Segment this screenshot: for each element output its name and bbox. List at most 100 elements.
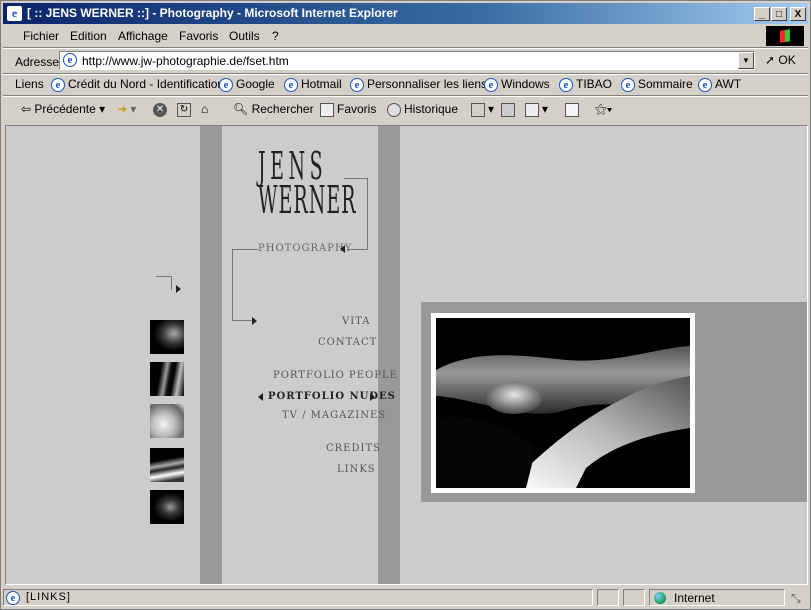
nav-portfolio-people[interactable]: PORTFOLIO PEOPLE [273,370,398,381]
mail-button[interactable]: ▾ [471,102,494,117]
maximize-button[interactable]: □ [771,7,787,21]
close-button[interactable]: X [790,7,806,21]
back-button[interactable]: ⇦ Précédente ▾ [21,102,105,116]
link-google[interactable]: e Google [219,77,275,92]
nav-contact[interactable]: CONTACT [318,337,377,348]
address-input[interactable]: e http://www.jw-photographie.de/fset.htm… [59,51,755,70]
ie-page-icon: e [559,77,573,92]
home-icon: ⌂ [201,102,209,116]
status-text: [LINKS] [26,591,71,603]
nude-thumbnail-3[interactable] [150,404,184,438]
link-personnaliser[interactable]: e Personnaliser les liens [350,77,487,92]
link-credit-du-nord[interactable]: e Crédit du Nord - Identification [51,77,224,92]
link-label: AWT [715,77,742,91]
stop-icon: ✕ [153,102,167,117]
connector-line [232,249,258,250]
discuss-icon [565,102,579,117]
photography-tagline: PHOTOGRAPHY [258,243,353,254]
edit-icon [525,102,539,117]
ie-page-icon: e [219,77,233,92]
zone-label: Internet [674,591,715,605]
link-windows[interactable]: e Windows [484,77,550,92]
active-nav-right-arrow-icon [370,393,375,401]
menu-help[interactable]: ? [272,29,279,43]
search-button[interactable]: 🔍︎ Rechercher [233,102,314,116]
nude-photo [431,313,695,493]
connector-line [171,276,172,290]
photo-image [436,318,690,488]
link-sommaire[interactable]: e Sommaire [621,77,693,92]
menu-affichage[interactable]: Affichage [118,29,168,43]
nav-tv-magazines[interactable]: TV / MAGAZINES [282,410,386,421]
link-hotmail[interactable]: e Hotmail [284,77,342,92]
standard-toolbar: ⇦ Précédente ▾ ➜ ▾ ✕ ↻ ⌂ 🔍︎ Rechercher F… [3,97,808,121]
address-url[interactable]: http://www.jw-photographie.de/fset.htm [82,54,289,68]
messenger-icon: ⚝ [595,102,607,116]
refresh-icon: ↻ [177,102,191,117]
menu-edition[interactable]: Edition [70,29,107,43]
refresh-button[interactable]: ↻ [177,102,194,117]
browser-window: e [ :: JENS WERNER ::] - Photography - M… [0,0,811,610]
address-dropdown-button[interactable]: ▼ [738,52,754,69]
back-label: Précédente [34,102,96,116]
favorites-label: Favoris [337,102,377,116]
page-content: JENS WERNER PHOTOGRAPHY VITA CONTACT POR… [5,125,808,585]
nude-thumbnail-2[interactable] [150,362,184,396]
history-button[interactable]: Historique [387,102,458,117]
stop-button[interactable]: ✕ [153,102,170,117]
link-label: Sommaire [638,77,693,91]
nude-thumbnail-1[interactable] [150,320,184,354]
window-title: [ :: JENS WERNER ::] - Photography - Mic… [27,6,398,20]
status-pane [597,589,619,606]
nude-thumbnail-4[interactable] [150,448,184,482]
ie-app-icon[interactable]: e [7,6,22,21]
ie-page-icon: e [51,77,65,92]
nav-vita[interactable]: VITA [342,316,371,327]
link-label: Hotmail [301,77,342,91]
nav-credits[interactable]: CREDITS [326,443,381,454]
favorites-button[interactable]: Favoris [320,102,376,117]
status-pane-main: e [LINKS] [3,589,593,606]
connector-line [344,178,368,179]
tagline-arrow-icon [340,245,345,253]
messenger-button[interactable]: ⚝▾ [595,102,613,117]
connector-line [156,276,172,277]
nav-pointer-icon [252,317,257,325]
home-button[interactable]: ⌂ [201,102,208,116]
connector-line [232,249,233,321]
connector-line [232,320,252,321]
address-label: Adresse [15,55,60,69]
menu-fichier[interactable]: Fichier [23,29,59,43]
ie-page-icon: e [284,77,298,92]
nav-portfolio-nudes[interactable]: PORTFOLIO NUDES [268,391,396,402]
status-pane [623,589,645,606]
history-icon [387,102,401,117]
ie-page-icon: e [350,77,364,92]
forward-button[interactable]: ➜ ▾ [117,102,136,116]
edit-button[interactable]: ▾ [525,102,548,117]
left-gray-column [200,126,222,584]
status-zone-pane: Internet [649,589,785,606]
minimize-button[interactable]: _ [754,7,770,21]
windows-logo-icon [766,26,804,46]
right-gray-column [378,126,400,584]
resize-grip-icon[interactable]: ⤡ [791,591,801,606]
go-label: OK [778,53,796,67]
site-logo[interactable]: JENS WERNER [256,144,356,222]
menu-favoris[interactable]: Favoris [179,29,218,43]
links-label[interactable]: Liens [15,77,44,91]
back-arrow-icon: ⇦ [21,102,35,116]
menu-outils[interactable]: Outils [229,29,260,43]
nude-thumbnail-5[interactable] [150,490,184,524]
nav-links[interactable]: LINKS [337,464,376,475]
go-button[interactable]: ➚ OK [765,53,796,67]
favorites-icon [320,102,334,117]
title-bar[interactable]: e [ :: JENS WERNER ::] - Photography - M… [3,3,808,24]
thumbnail-pointer-icon[interactable] [176,285,181,293]
link-tibao[interactable]: e TIBAO [559,77,612,92]
link-awt[interactable]: e AWT [698,77,741,92]
active-nav-left-arrow-icon [258,393,263,401]
print-button[interactable] [501,102,518,117]
link-label: TIBAO [576,77,613,91]
discuss-button[interactable] [565,102,582,117]
